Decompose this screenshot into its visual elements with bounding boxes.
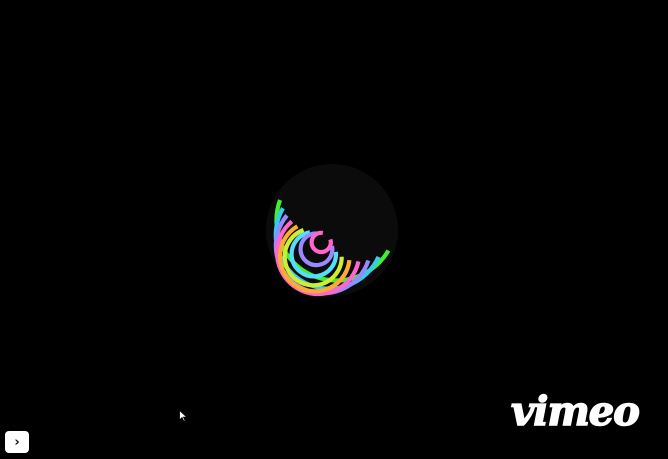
mouse-pointer-icon xyxy=(179,407,188,422)
expand-button[interactable]: › xyxy=(5,431,29,453)
loading-spinner-graphic xyxy=(266,164,398,297)
chevron-right-icon: › xyxy=(14,434,20,450)
video-player[interactable]: › vimeo xyxy=(0,0,668,459)
vimeo-logo[interactable]: vimeo xyxy=(504,387,646,436)
loading-spinner-icon xyxy=(262,160,402,300)
vimeo-logo-text: vimeo xyxy=(511,388,639,435)
